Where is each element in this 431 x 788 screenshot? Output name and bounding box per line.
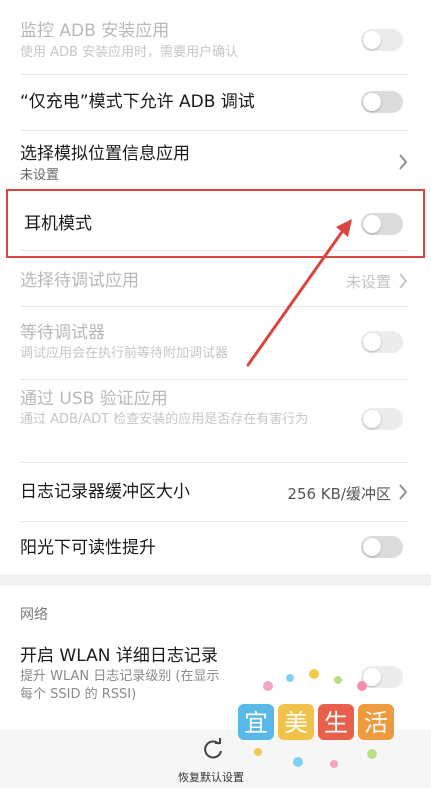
svg-text:美: 美 [284, 709, 308, 737]
developer-options-screen: 监控 ADB 安装应用 使用 ADB 安装应用时，需要用户确认 “仅充电”模式下… [0, 0, 431, 788]
row-subtitle: 使用 ADB 安装应用时，需要用户确认 [20, 45, 239, 60]
section-gap [0, 574, 431, 586]
wait-debugger-toggle[interactable] [361, 331, 403, 353]
row-subtitle: 未设置 [20, 168, 60, 183]
row-sunlight-readability[interactable]: 阳光下可读性提升 [0, 522, 431, 574]
restore-defaults-icon[interactable] [201, 737, 225, 761]
annotation-arrow-icon [246, 219, 352, 367]
row-subtitle: 提升 WLAN 日志记录级别 (在显示每个 SSID 的 RSSI) [20, 669, 220, 702]
row-subtitle: 通过 ADB/ADT 检查安装的应用是否存在有害行为 [20, 412, 309, 427]
monitor-adb-toggle[interactable] [361, 29, 403, 51]
row-debug-app[interactable]: 选择待调试应用 未设置 [0, 258, 431, 306]
chevron-right-icon [399, 154, 408, 170]
svg-text:活: 活 [364, 709, 388, 737]
section-label-network: 网络 [20, 607, 48, 623]
row-subtitle: 调试应用会在执行前等待附加调试器 [20, 346, 229, 361]
logger-buffer-value: 256 KB/缓冲区 [287, 485, 391, 503]
row-title: 通过 USB 验证应用 [20, 389, 168, 409]
restore-defaults-button[interactable]: 恢复默认设置 [178, 769, 244, 785]
sunlight-readability-toggle[interactable] [361, 536, 403, 558]
row-logger-buffer-size[interactable]: 日志记录器缓冲区大小 256 KB/缓冲区 [0, 463, 431, 521]
svg-text:生: 生 [324, 709, 348, 737]
row-title: 开启 WLAN 详细日志记录 [20, 646, 218, 666]
row-title: 选择模拟位置信息应用 [20, 144, 190, 164]
chevron-right-icon [399, 484, 408, 500]
charge-only-adb-toggle[interactable] [361, 91, 403, 113]
row-title: “仅充电”模式下允许 ADB 调试 [20, 92, 255, 112]
row-title: 阳光下可读性提升 [20, 538, 156, 558]
row-mock-location-app[interactable]: 选择模拟位置信息应用 未设置 [0, 131, 431, 187]
row-title: 日志记录器缓冲区大小 [20, 482, 190, 502]
row-monitor-adb-install[interactable]: 监控 ADB 安装应用 使用 ADB 安装应用时，需要用户确认 [0, 0, 431, 74]
row-wait-debugger[interactable]: 等待调试器 调试应用会在执行前等待附加调试器 [0, 307, 431, 379]
row-charge-only-adb[interactable]: “仅充电”模式下允许 ADB 调试 [0, 75, 431, 130]
row-title: 等待调试器 [20, 323, 105, 343]
row-verify-usb-apps[interactable]: 通过 USB 验证应用 通过 ADB/ADT 检查安装的应用是否存在有害行为 [0, 380, 431, 462]
verify-usb-apps-toggle[interactable] [361, 408, 403, 430]
row-title: 监控 ADB 安装应用 [20, 21, 170, 41]
highlight-box [6, 189, 425, 258]
svg-text:宜: 宜 [244, 709, 268, 737]
row-title: 选择待调试应用 [20, 271, 139, 291]
watermark-logo-icon: 宜 美 生 活 [238, 669, 394, 768]
chevron-right-icon [399, 273, 408, 289]
